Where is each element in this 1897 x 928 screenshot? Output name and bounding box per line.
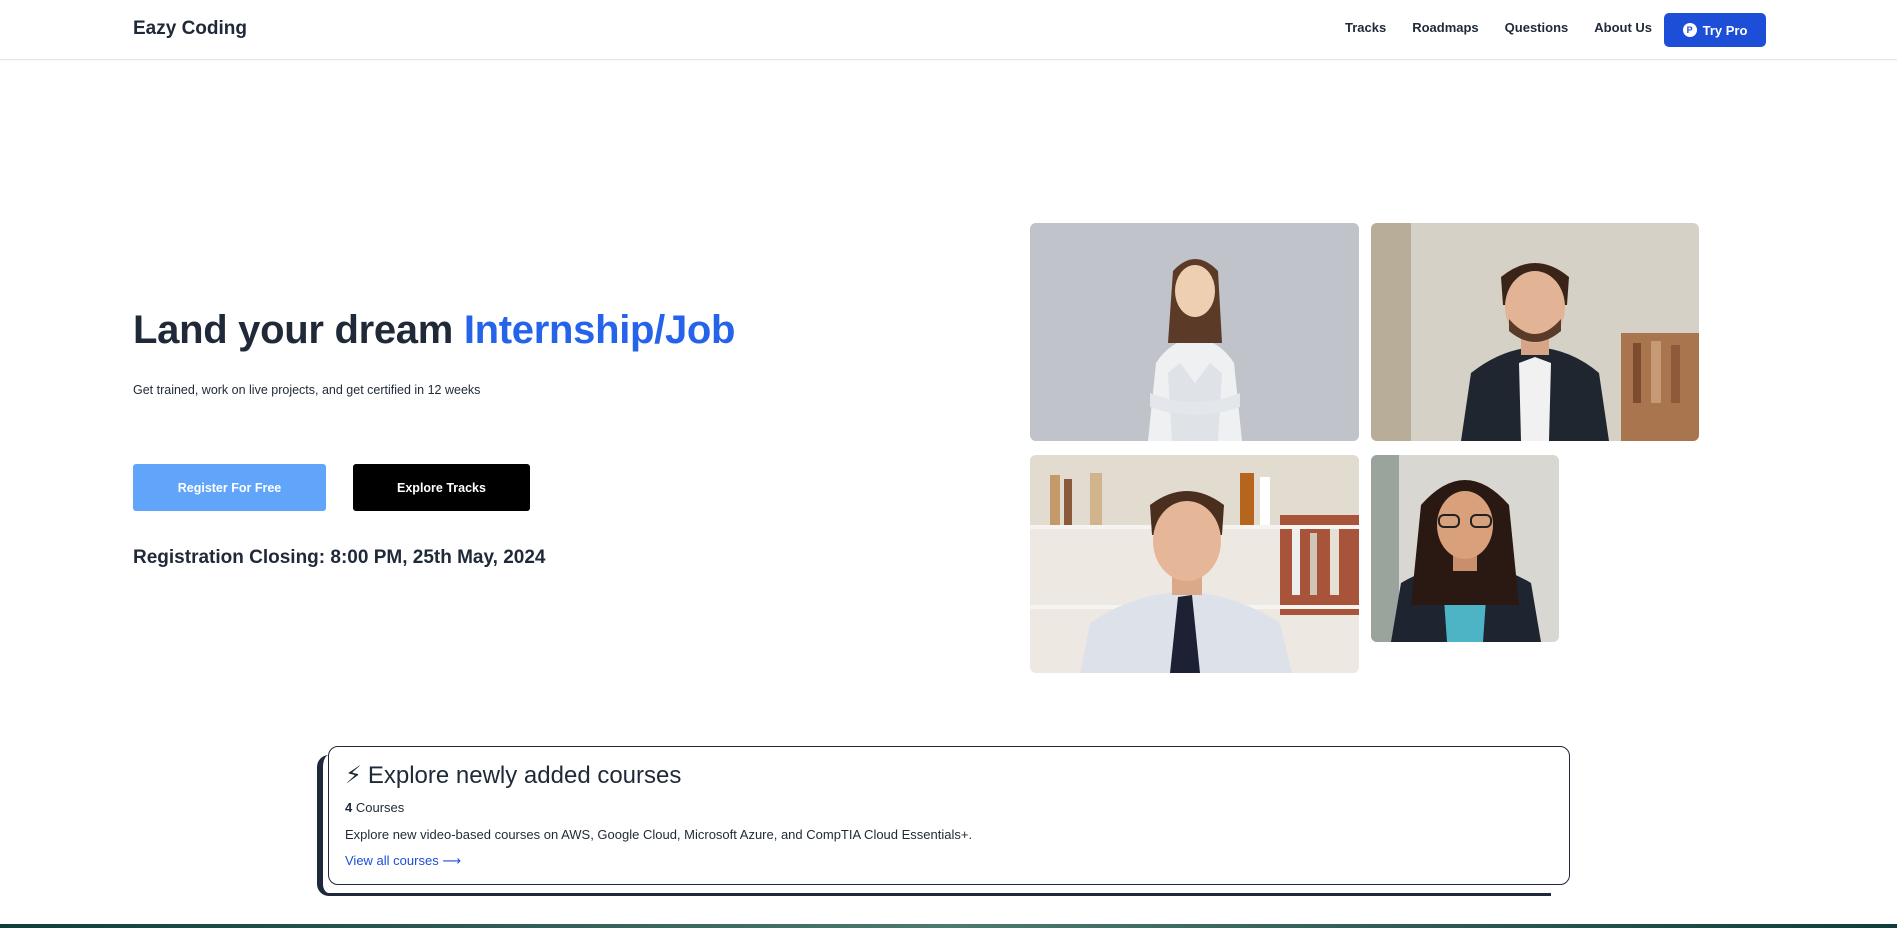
arrow-right-icon: ⟶ [442,853,461,868]
nav-link-tracks[interactable]: Tracks [1345,20,1386,35]
navbar: Eazy Coding Tracks Roadmaps Questions Ab… [0,0,1897,60]
lightning-bolt-icon: ⚡︎ [345,762,362,789]
course-count-label: Courses [352,800,405,815]
card-title-text: Explore newly added courses [367,761,682,789]
nav-link-questions[interactable]: Questions [1505,20,1569,35]
hero-title-accent: Internship/Job [463,308,736,352]
nav-links: Tracks Roadmaps Questions About Us [1345,20,1652,35]
bottom-image-strip [0,924,1897,928]
pro-badge-icon: P [1682,23,1697,37]
nav-link-about-us[interactable]: About Us [1594,20,1652,35]
card-description: Explore new video-based courses on AWS, … [345,827,973,842]
card-title: ⚡︎ Explore newly added courses [345,761,681,790]
registration-closing-text: Registration Closing: 8:00 PM, 25th May,… [133,547,546,568]
photo-man-tie-bookshelf [1030,455,1359,673]
register-for-free-button[interactable]: Register For Free [133,464,326,511]
view-all-courses-label: View all courses [345,853,439,868]
course-count: 4 Courses [345,800,404,815]
brand-logo[interactable]: Eazy Coding [133,18,247,40]
new-courses-card: ⚡︎ Explore newly added courses 4 Courses… [328,746,1570,885]
hero-subtitle: Get trained, work on live projects, and … [133,383,481,397]
photo-woman-glasses [1371,455,1559,642]
hero-title-prefix: Land your dream [133,308,464,352]
try-pro-button[interactable]: P Try Pro [1664,13,1766,47]
photo-woman-striped-shirt [1030,223,1359,441]
photo-man-dark-jacket [1371,223,1699,441]
nav-link-roadmaps[interactable]: Roadmaps [1412,20,1478,35]
try-pro-label: Try Pro [1702,22,1748,38]
hero-title: Land your dream Internship/Job [133,308,736,353]
explore-tracks-button[interactable]: Explore Tracks [353,464,530,511]
view-all-courses-link[interactable]: View all courses ⟶ [345,853,461,869]
